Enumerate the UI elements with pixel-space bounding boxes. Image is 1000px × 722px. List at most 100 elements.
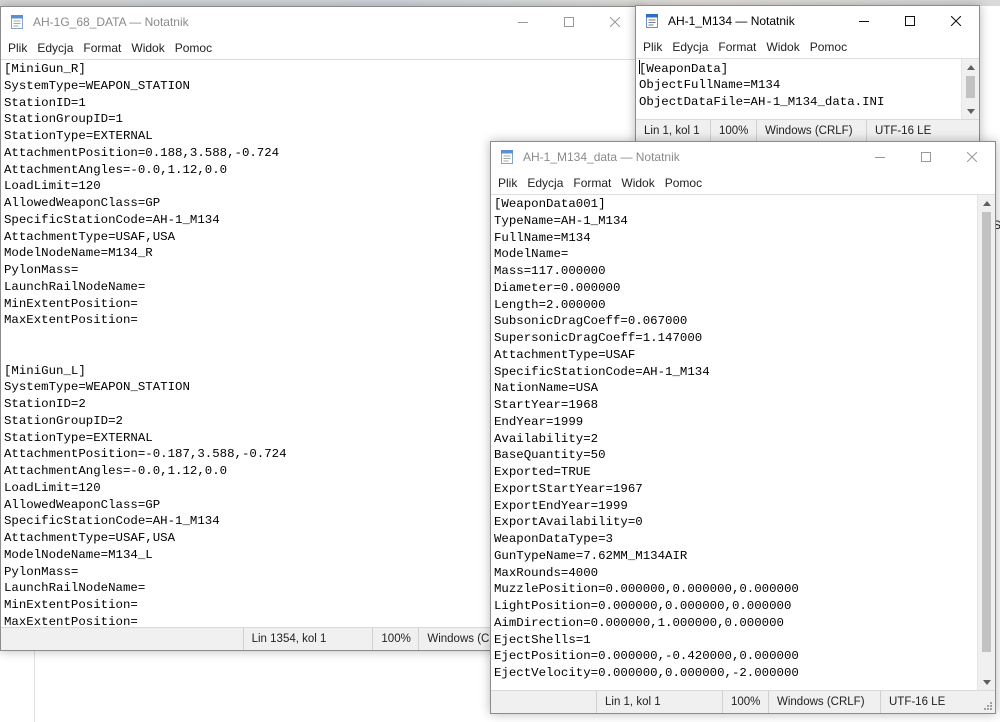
chevron-up-icon	[982, 201, 991, 206]
close-button[interactable]	[933, 6, 979, 36]
text-line: ExportStartYear=1967	[494, 481, 643, 496]
text-line: Diameter=0.000000	[494, 280, 621, 295]
menu-plik[interactable]: Plik	[493, 176, 522, 190]
window-title: AH-1_M134_data — Notatnik	[523, 150, 680, 164]
chevron-down-icon	[982, 680, 991, 685]
scroll-down-arrow[interactable]	[978, 674, 995, 691]
status-encoding: UTF-16 LE	[866, 120, 978, 142]
menu-format[interactable]: Format	[568, 176, 616, 190]
window-title: AH-1G_68_DATA — Notatnik	[33, 15, 189, 29]
text-line: SubsonicDragCoeff=0.067000	[494, 314, 688, 329]
menu-widok[interactable]: Widok	[126, 41, 169, 55]
close-icon	[967, 152, 977, 162]
text-line: ExportEndYear=1999	[494, 498, 628, 513]
vertical-scrollbar[interactable]	[961, 59, 979, 120]
text-caret	[639, 60, 640, 74]
status-zoom: 100%	[372, 628, 418, 650]
menu-edycja[interactable]: Edycja	[522, 176, 568, 190]
text-line: StationGroupID=1	[4, 112, 123, 127]
status-zoom: 100%	[710, 120, 756, 142]
close-button[interactable]	[949, 142, 995, 172]
status-bar: Lin 1, kol 1 100% Windows (CRLF) UTF-16 …	[491, 690, 995, 713]
text-line: EjectPosition=0.000000,-0.420000,0.00000…	[494, 649, 799, 664]
title-bar[interactable]: AH-1_M134_data — Notatnik	[491, 142, 995, 172]
chevron-down-icon	[966, 109, 975, 114]
window-title: AH-1_M134 — Notatnik	[668, 14, 795, 28]
chevron-up-icon	[966, 65, 975, 70]
text-line: AimDirection=0.000000,1.000000,0.000000	[494, 615, 784, 630]
notepad-window-object[interactable]: AH-1_M134 — Notatnik Plik Edycja Format …	[635, 5, 980, 143]
text-content[interactable]: [WeaponData] ObjectFullName=M134 ObjectDat…	[636, 59, 962, 120]
menu-plik[interactable]: Plik	[638, 40, 667, 54]
menu-pomoc[interactable]: Pomoc	[805, 40, 852, 54]
desktop-edge	[34, 640, 35, 722]
text-line: Length=2.000000	[494, 297, 606, 312]
menu-edycja[interactable]: Edycja	[667, 40, 713, 54]
text-editor[interactable]: [WeaponData] ObjectFullName=M134 ObjectDat…	[636, 58, 979, 120]
scroll-up-arrow[interactable]	[962, 59, 979, 76]
vertical-scrollbar[interactable]	[977, 195, 995, 691]
text-line: [MiniGun_R]	[4, 62, 86, 76]
minimize-icon	[859, 21, 869, 22]
menu-bar: Plik Edycja Format Widok Pomoc	[1, 37, 638, 59]
scroll-thumb[interactable]	[966, 76, 975, 98]
text-line: StartYear=1968	[494, 398, 599, 412]
text-line: EjectVelocity=0.000000,0.000000,-2.00000…	[494, 666, 799, 680]
menu-widok[interactable]: Widok	[616, 176, 659, 190]
text-line: TypeName=AH-1_M134	[494, 213, 628, 228]
scroll-thumb[interactable]	[982, 212, 991, 652]
menu-pomoc[interactable]: Pomoc	[170, 41, 217, 55]
minimize-icon	[518, 22, 528, 23]
scroll-down-arrow[interactable]	[962, 103, 979, 120]
text-line: [WeaponData]	[639, 60, 729, 76]
text-line: SpecificStationCode=AH-1_M134	[494, 364, 710, 379]
menu-format[interactable]: Format	[78, 41, 126, 55]
status-zoom: 100%	[722, 691, 768, 713]
status-position: Lin 1, kol 1	[596, 691, 722, 713]
minimize-button[interactable]	[857, 142, 903, 172]
notepad-icon	[501, 150, 513, 164]
text-line: FullName=M134	[494, 230, 591, 245]
notepad-icon	[646, 14, 658, 28]
menu-bar: Plik Edycja Format Widok Pomoc	[491, 172, 995, 194]
minimize-button[interactable]	[841, 6, 887, 36]
menu-widok[interactable]: Widok	[761, 40, 804, 54]
close-button[interactable]	[592, 7, 638, 37]
close-icon	[951, 16, 961, 26]
notepad-icon	[11, 15, 23, 29]
text-line: ObjectDataFile=AH-1_M134_data.INI	[639, 94, 885, 109]
maximize-button[interactable]	[887, 6, 933, 36]
text-line: Availability=2	[494, 431, 599, 446]
menu-pomoc[interactable]: Pomoc	[660, 176, 707, 190]
minimize-button[interactable]	[500, 7, 546, 37]
text-line: NationName=USA	[494, 381, 599, 396]
text-editor[interactable]: [WeaponData001] TypeName=AH-1_M134 FullNam…	[491, 194, 995, 691]
menu-bar: Plik Edycja Format Widok Pomoc	[636, 36, 979, 58]
text-line: EjectShells=1	[494, 632, 591, 647]
status-line-ending: Windows (CRLF)	[768, 691, 880, 713]
status-encoding: UTF-16 LE	[880, 691, 993, 713]
maximize-icon	[905, 16, 915, 26]
text-line: StationID=1	[4, 95, 86, 110]
text-line: MaxRounds=4000	[494, 565, 599, 580]
text-line: ExportAvailability=0	[494, 515, 643, 530]
text-line: ObjectFullName=M134	[639, 77, 781, 92]
menu-plik[interactable]: Plik	[3, 41, 32, 55]
text-line: ModelName=	[494, 247, 569, 262]
notepad-window-data[interactable]: AH-1_M134_data — Notatnik Plik Edycja Fo…	[490, 141, 996, 714]
maximize-button[interactable]	[546, 7, 592, 37]
resize-grip-icon[interactable]	[981, 699, 993, 711]
text-line: EndYear=1999	[494, 414, 584, 429]
menu-format[interactable]: Format	[713, 40, 761, 54]
status-bar: Lin 1, kol 1 100% Windows (CRLF) UTF-16 …	[636, 119, 979, 142]
text-line: MuzzlePosition=0.000000,0.000000,0.00000…	[494, 582, 799, 597]
text-line: AttachmentType=USAF	[494, 347, 636, 362]
scroll-up-arrow[interactable]	[978, 195, 995, 212]
text-line: SupersonicDragCoeff=1.147000	[494, 331, 703, 345]
text-line: Mass=117.000000	[494, 264, 606, 278]
text-content[interactable]: [WeaponData001] TypeName=AH-1_M134 FullNam…	[491, 195, 978, 691]
title-bar[interactable]: AH-1G_68_DATA — Notatnik	[1, 7, 638, 37]
title-bar[interactable]: AH-1_M134 — Notatnik	[636, 6, 979, 36]
maximize-button[interactable]	[903, 142, 949, 172]
menu-edycja[interactable]: Edycja	[32, 41, 78, 55]
